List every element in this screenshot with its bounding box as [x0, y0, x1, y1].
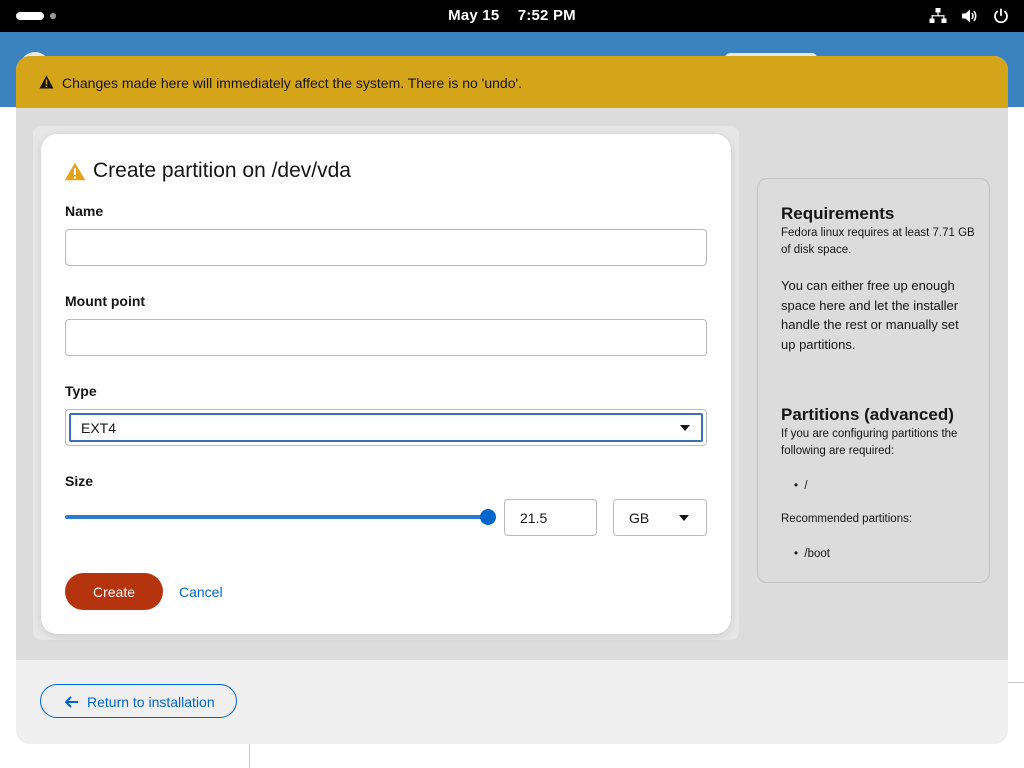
required-partition-label: / [804, 480, 808, 492]
create-partition-dialog: Create partition on /dev/vda Name Mount … [41, 134, 731, 634]
warning-icon [64, 162, 86, 181]
arrow-left-icon [65, 696, 78, 708]
divider [249, 744, 250, 768]
size-input[interactable] [504, 499, 597, 536]
type-label: Type [65, 383, 97, 399]
network-icon [929, 8, 947, 23]
system-status-area[interactable] [920, 7, 1010, 25]
recommended-partitions-label: Recommended partitions: [781, 513, 913, 525]
volume-icon [961, 9, 977, 23]
requirements-title: Requirements [781, 204, 895, 223]
mount-point-input[interactable] [65, 319, 707, 356]
recommended-partition-label: /boot [804, 548, 830, 560]
advanced-partitions-title: Partitions (advanced) [781, 405, 954, 424]
chevron-down-icon [679, 515, 689, 521]
name-input[interactable] [65, 229, 707, 266]
name-label: Name [65, 203, 104, 219]
return-to-installation-button[interactable]: Return to installation [40, 684, 237, 718]
requirements-summary: Fedora linux requires at least 7.71 GB o… [781, 227, 975, 256]
requirements-description: You can either free up enough space here… [781, 278, 959, 352]
type-select-value: EXT4 [81, 420, 117, 436]
warning-icon [39, 75, 54, 89]
requirements-panel: Requirements Fedora linux requires at le… [757, 178, 990, 583]
size-unit-select[interactable]: GB [613, 499, 707, 536]
size-label: Size [65, 473, 94, 489]
chevron-down-icon [680, 425, 690, 431]
dialog-title: Create partition on /dev/vda [93, 159, 351, 182]
size-unit-value: GB [629, 510, 650, 526]
warning-text: Changes made here will immediately affec… [62, 75, 523, 91]
type-select-focus: EXT4 [69, 413, 703, 442]
clock-date: May 15 [448, 7, 500, 24]
mount-point-label: Mount point [65, 293, 146, 309]
clock-time: 7:52 PM [517, 7, 576, 24]
create-button[interactable]: Create [65, 573, 163, 610]
size-slider-thumb[interactable] [480, 509, 496, 525]
divider [1008, 682, 1024, 683]
warning-banner: Changes made here will immediately affec… [16, 56, 1008, 108]
required-partition-item: • / [794, 480, 808, 492]
footer: Return to installation [16, 660, 1008, 744]
clock[interactable]: May 15 7:52 PM [0, 7, 1024, 24]
cancel-button[interactable]: Cancel [179, 584, 223, 600]
recommended-partition-item: • /boot [794, 548, 830, 560]
type-select[interactable]: EXT4 [65, 409, 707, 446]
return-to-installation-label: Return to installation [87, 694, 215, 710]
size-slider-track[interactable] [65, 515, 489, 519]
top-bar: May 15 7:52 PM [0, 0, 1024, 32]
advanced-partitions-summary: If you are configuring partitions the fo… [781, 428, 958, 457]
power-icon [994, 8, 1008, 24]
